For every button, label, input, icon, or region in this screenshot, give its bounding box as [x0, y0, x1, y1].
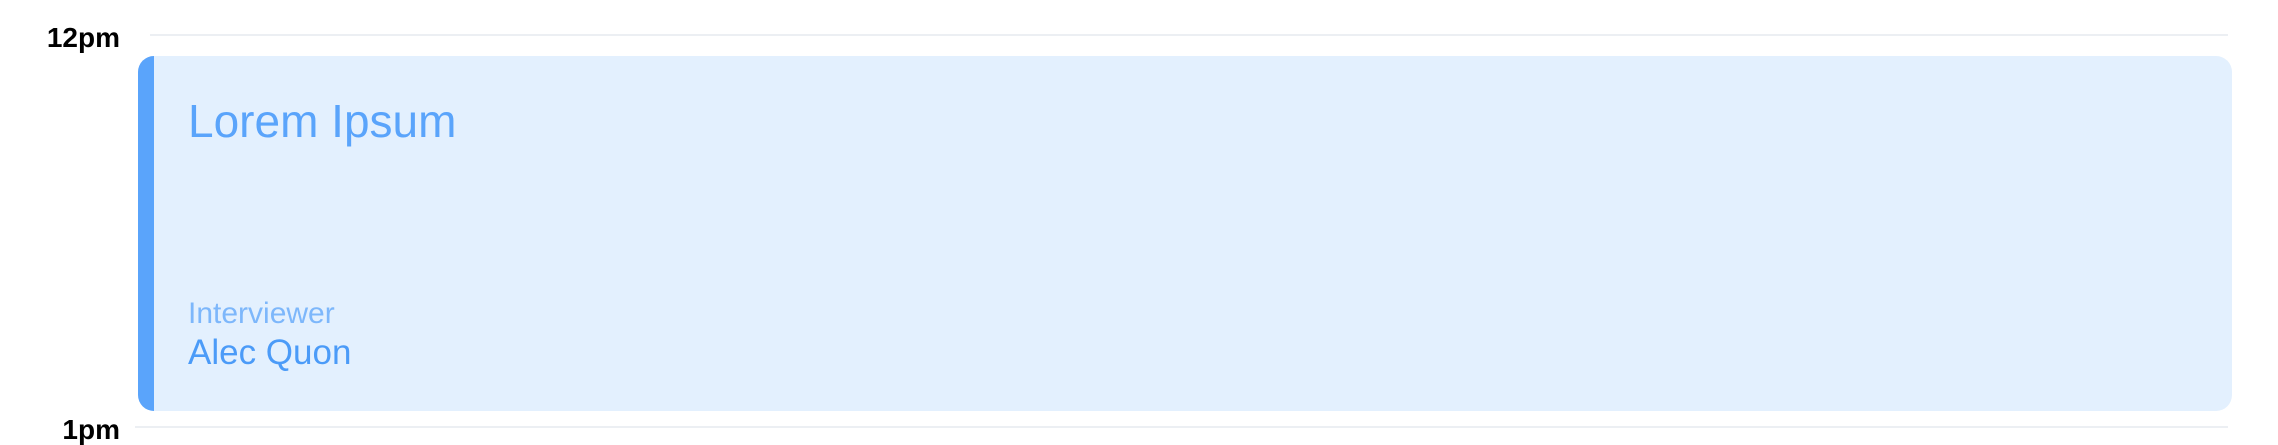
event-accent-bar: [138, 56, 154, 411]
time-label-1pm: 1pm: [62, 414, 120, 445]
event-card[interactable]: Lorem Ipsum Interviewer Alec Quon: [138, 56, 2232, 411]
event-title: Lorem Ipsum: [188, 95, 457, 147]
hour-divider-12pm: [150, 34, 2228, 36]
interviewer-name: Alec Quon: [188, 333, 352, 372]
time-label-12pm: 12pm: [46, 22, 120, 53]
hour-divider-1pm: [135, 426, 2228, 428]
interviewer-label: Interviewer: [188, 297, 335, 330]
event-interviewer: Interviewer Alec Quon: [188, 296, 351, 374]
